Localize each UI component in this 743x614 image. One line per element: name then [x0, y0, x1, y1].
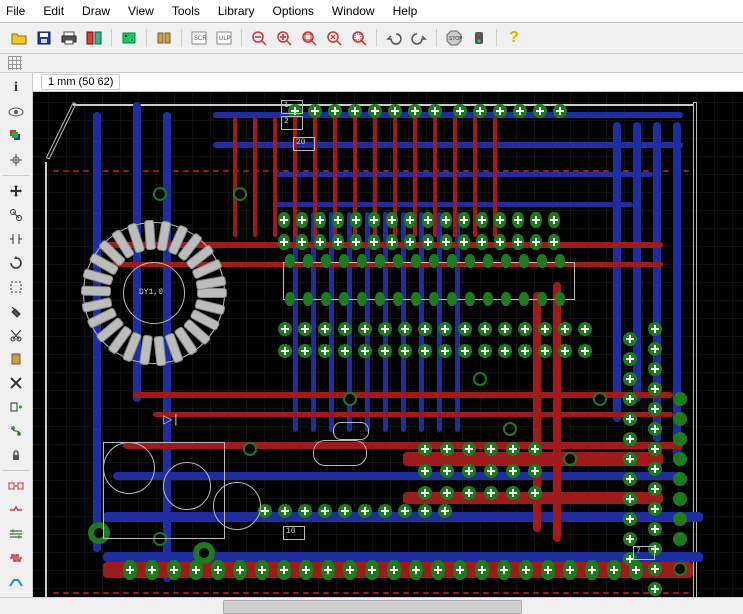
menu-help[interactable]: Help: [393, 4, 418, 18]
menu-view[interactable]: View: [128, 4, 154, 18]
print-icon[interactable]: [58, 27, 80, 49]
undo-icon[interactable]: [383, 27, 405, 49]
svg-text:ULP: ULP: [219, 36, 231, 42]
board-icon[interactable]: [118, 27, 140, 49]
lock-tool-icon[interactable]: [3, 443, 29, 467]
meander-tool-icon[interactable]: [3, 546, 29, 570]
menu-window[interactable]: Window: [332, 4, 375, 18]
display-layers-icon[interactable]: [3, 124, 29, 148]
parameter-toolbar: [0, 54, 743, 73]
mirror-tool-icon[interactable]: [3, 227, 29, 251]
grid-readout: 1 mm (50 62): [41, 74, 120, 90]
menu-edit[interactable]: Edit: [43, 4, 64, 18]
replace-tool-icon[interactable]: [3, 474, 29, 498]
stop-icon[interactable]: STOP: [443, 27, 465, 49]
zoom-fit-icon[interactable]: [298, 27, 320, 49]
save-icon[interactable]: [33, 27, 55, 49]
route-tool-icon[interactable]: [3, 570, 29, 594]
horizontal-scrollbar[interactable]: [0, 597, 743, 614]
cut-tool-icon[interactable]: [3, 323, 29, 347]
zoom-redraw-icon[interactable]: [323, 27, 345, 49]
canvas-area: 1 mm (50 62) DY1,01220107▷|: [33, 73, 743, 614]
delete-tool-icon[interactable]: [3, 371, 29, 395]
menu-tools[interactable]: Tools: [172, 4, 200, 18]
add-tool-icon[interactable]: [3, 395, 29, 419]
menu-draw[interactable]: Draw: [82, 4, 110, 18]
pinswap-tool-icon[interactable]: [3, 419, 29, 443]
zoom-in-icon[interactable]: [273, 27, 295, 49]
optimize-tool-icon[interactable]: [3, 522, 29, 546]
move-tool-icon[interactable]: [3, 179, 29, 203]
menu-bar: File Edit Draw View Tools Library Option…: [0, 0, 743, 23]
rotate-tool-icon[interactable]: [3, 251, 29, 275]
board-canvas[interactable]: DY1,01220107▷|: [33, 92, 743, 614]
show-tool-icon[interactable]: [3, 100, 29, 124]
mark-tool-icon[interactable]: [3, 148, 29, 172]
copy-tool-icon[interactable]: [3, 203, 29, 227]
canvas-status-bar: 1 mm (50 62): [33, 73, 743, 92]
top-toolbar: SCR ULP STOP ?: [0, 23, 743, 54]
svg-text:STOP: STOP: [449, 36, 462, 42]
zoom-out-icon[interactable]: [248, 27, 270, 49]
left-toolbox: i T = !: [0, 73, 33, 614]
go-icon[interactable]: [468, 27, 490, 49]
paste-tool-icon[interactable]: [3, 347, 29, 371]
group-tool-icon[interactable]: [3, 275, 29, 299]
split-tool-icon[interactable]: [3, 498, 29, 522]
cam-icon[interactable]: [83, 27, 105, 49]
menu-library[interactable]: Library: [218, 4, 255, 18]
grid-indicator-icon[interactable]: [8, 56, 22, 70]
help-icon[interactable]: ?: [503, 27, 525, 49]
part-label: DY1,0: [139, 288, 163, 297]
ulp-icon[interactable]: ULP: [213, 27, 235, 49]
change-tool-icon[interactable]: [3, 299, 29, 323]
redo-icon[interactable]: [408, 27, 430, 49]
info-tool-icon[interactable]: i: [3, 76, 29, 100]
menu-options[interactable]: Options: [273, 4, 314, 18]
script-icon[interactable]: SCR: [188, 27, 210, 49]
library-icon[interactable]: [153, 27, 175, 49]
svg-text:SCR: SCR: [194, 36, 207, 42]
open-icon[interactable]: [8, 27, 30, 49]
menu-file[interactable]: File: [6, 4, 25, 18]
zoom-select-icon[interactable]: [348, 27, 370, 49]
